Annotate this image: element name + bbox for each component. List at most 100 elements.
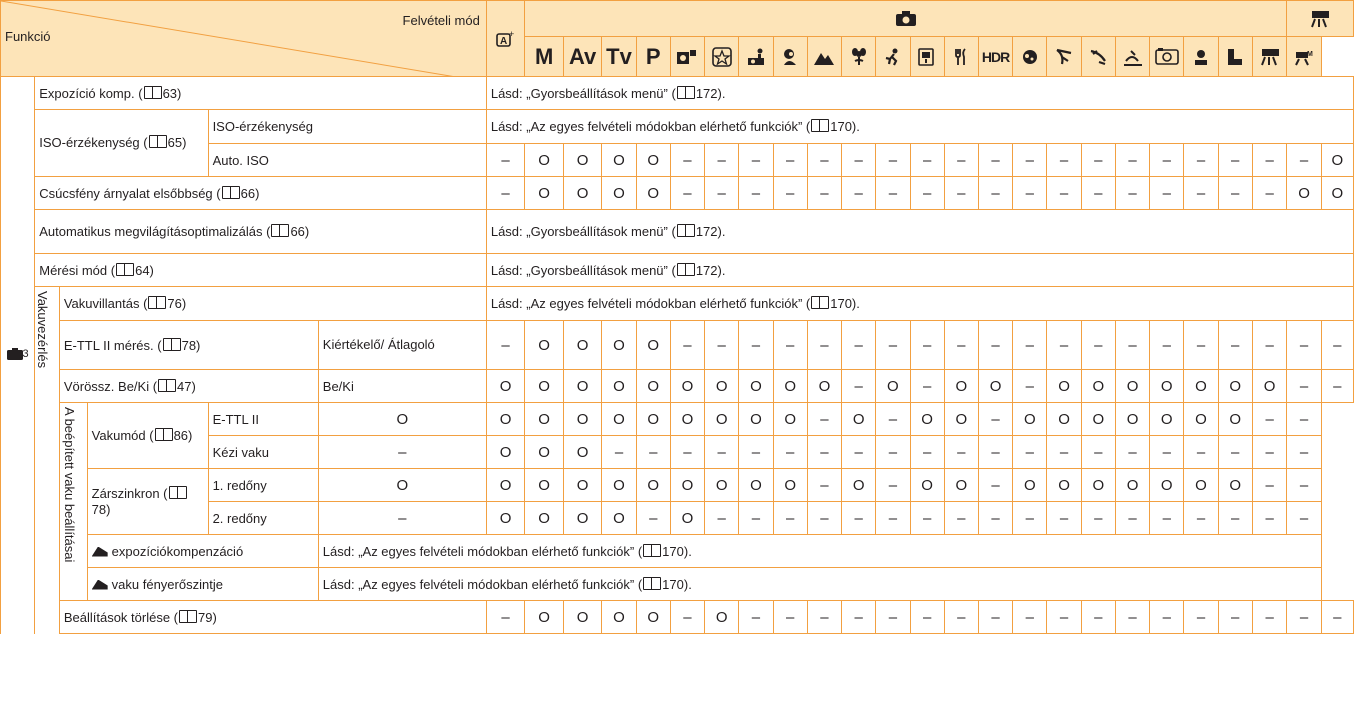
symbol-cell: – [806,143,843,177]
symbol-cell: – [1217,600,1253,634]
symbol-cell: O [485,468,526,502]
symbol-cell: O [1149,402,1185,436]
vaku-feny-label: vaku fényerőszintje [86,567,319,601]
symbol-cell: – [977,402,1014,436]
symbol-cell: – [704,320,740,370]
symbol-cell: – [943,435,979,469]
book-icon [148,135,167,148]
camera-icon [524,0,1288,37]
symbol-cell: O [317,468,487,502]
star-mode-icon [704,36,740,77]
symbol-cell: – [1114,320,1151,370]
symbol-cell: – [738,435,774,469]
symbol-cell: – [875,501,911,535]
symbol-cell: O [875,369,911,403]
symbol-cell: – [1217,435,1253,469]
symbol-cell: O [601,402,637,436]
symbol-cell: O [524,176,564,210]
symbol-cell: O [772,402,808,436]
hdr-icon: HDR [977,36,1014,77]
flash-icon [91,546,108,557]
symbol-cell: O [1217,402,1253,436]
symbol-cell: O [1149,369,1185,403]
ettl-meres-label: E-TTL II mérés. (78) [58,320,319,370]
symbol-cell: – [704,501,740,535]
symbol-cell: O [562,600,603,634]
table-row: Vörössz. Be/Ki (47) Be/Ki O O O O O O O O O O – O – O… [1,369,1354,403]
symbol-cell: – [704,143,740,177]
symbol-cell: O [562,369,603,403]
symbol-cell: O [909,402,945,436]
book-icon [643,576,662,590]
section-cell: 3 [0,76,36,634]
symbol-cell: – [1149,176,1185,210]
book-icon [148,296,167,309]
symbol-cell: – [1217,143,1253,177]
expo-comp-see: Lásd: „Gyorsbeállítások menü” (172). [485,76,1354,110]
symbol-cell: – [1286,435,1322,469]
symbol-cell: – [841,369,877,403]
symbol-cell: – [806,320,843,370]
symbol-cell: – [806,501,843,535]
torles-label: Beállítások törlése (79) [58,600,487,634]
symbol-cell: O [1080,369,1116,403]
expo-komp-vaku-label: expozíciókompenzáció [86,534,319,568]
svg-text:A: A [500,36,507,47]
symbol-cell: O [635,176,671,210]
table-row: Beállítások törlése (79) – O O O O – O – – – – – – – –… [1,600,1354,634]
symbol-cell: O [841,468,877,502]
symbol-cell: – [1251,600,1288,634]
symbol-cell: – [1012,435,1048,469]
book-icon [643,543,662,557]
symbol-cell: O [601,320,637,370]
symbol-cell: – [1286,320,1322,370]
symbol-cell: O [524,320,564,370]
table-row: A beépített vaku beállításai Vakumód (86… [1,402,1354,601]
symbol-cell: – [1183,435,1219,469]
symbol-cell: – [909,176,945,210]
symbol-cell: O [601,600,637,634]
symbol-cell: – [1251,468,1288,502]
symbol-cell: O [524,468,564,502]
symbol-cell: – [806,468,843,502]
mode-tv: Tv [601,36,637,77]
symbol-cell: O [806,369,843,403]
symbol-cell: – [704,176,740,210]
redony2-label: 2. redőny [207,501,319,535]
symbol-cell: O [738,369,774,403]
symbol-cell: – [943,600,979,634]
symbol-cell: – [1320,320,1354,370]
symbol-cell: – [1012,501,1048,535]
symbol-cell: – [635,435,671,469]
symbol-cell: – [738,143,774,177]
symbol-cell: – [1080,143,1116,177]
symbol-cell: O [524,435,564,469]
symbol-cell: O [1149,468,1185,502]
symbol-cell: – [1320,600,1354,634]
symbol-cell: – [1080,176,1116,210]
symbol-cell: – [1251,176,1288,210]
symbol-cell: – [943,143,979,177]
symbol-cell: O [943,369,979,403]
book-icon [221,185,240,199]
symbol-cell: O [1114,369,1151,403]
symbol-cell: – [772,176,808,210]
csucs-label: Csúcsfény árnyalat elsőbbség (66) [34,176,487,210]
symbol-cell: – [1251,402,1288,436]
symbol-cell: – [1286,468,1322,502]
symbol-cell: – [977,143,1014,177]
voross-label: Vörössz. Be/Ki (47) [58,369,319,403]
symbol-cell: – [1320,369,1354,403]
symbol-cell: O [1251,369,1288,403]
symbol-cell: O [669,402,706,436]
symbol-cell: O [669,468,706,502]
symbol-cell: – [1046,320,1082,370]
function-table: Felvételi mód Funkció A + M Av Tv P HDR … [0,0,1354,634]
symbol-cell: – [875,402,911,436]
symbol-cell: O [1012,402,1048,436]
symbol-cell: O [669,501,706,535]
vakuvillantas-see: Lásd: „Az egyes felvételi módokban elérh… [485,286,1354,321]
symbol-cell: O [601,468,637,502]
symbol-cell: – [772,600,808,634]
symbol-cell: O [485,501,526,535]
